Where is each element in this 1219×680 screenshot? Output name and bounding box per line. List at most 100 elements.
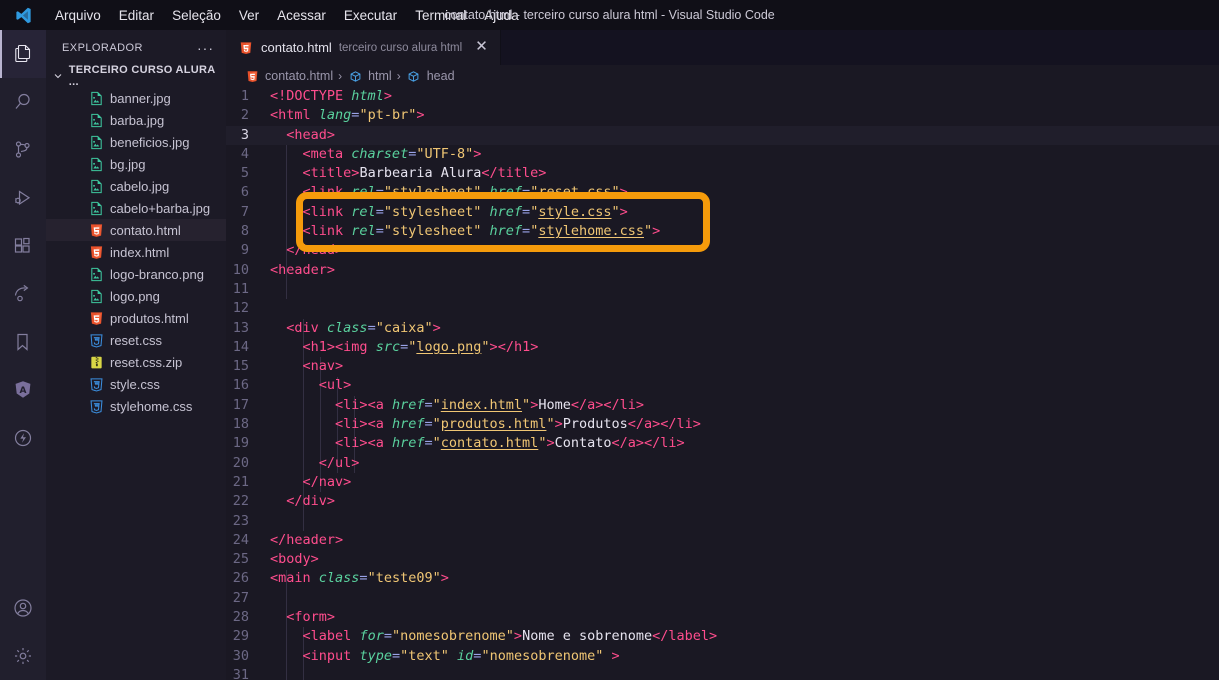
code-text: </header> bbox=[270, 531, 344, 548]
code-line[interactable]: 6 <link rel="stylesheet" href="reset.css… bbox=[226, 183, 1219, 202]
vscode-logo-icon bbox=[0, 6, 46, 25]
file-item-cabelo-jpg[interactable]: cabelo.jpg bbox=[46, 175, 226, 197]
menu-executar[interactable]: Executar bbox=[335, 4, 406, 27]
menu-terminal[interactable]: Terminal bbox=[406, 4, 475, 27]
tab-description: terceiro curso alura html bbox=[338, 41, 463, 54]
file-item-style-css[interactable]: style.css bbox=[46, 373, 226, 395]
breadcrumb-item-head[interactable]: head bbox=[406, 68, 455, 84]
activity-live-share-button[interactable] bbox=[0, 270, 46, 318]
file-item-label: reset.css bbox=[110, 332, 163, 348]
code-text: <li><a href="contato.html">Contato</a></… bbox=[335, 435, 685, 452]
code-line[interactable]: 7 <link rel="stylesheet" href="style.css… bbox=[226, 203, 1219, 222]
html-file-icon bbox=[244, 68, 260, 84]
code-line[interactable]: 31 bbox=[226, 666, 1219, 680]
line-number: 25 bbox=[232, 551, 249, 568]
breadcrumb-item-file[interactable]: contato.html bbox=[244, 68, 333, 84]
file-item-barba-jpg[interactable]: barba.jpg bbox=[46, 109, 226, 131]
close-icon[interactable]: ✕ bbox=[469, 39, 490, 56]
file-item-banner-jpg[interactable]: banner.jpg bbox=[46, 87, 226, 109]
code-line[interactable]: 11 bbox=[226, 280, 1219, 299]
code-line[interactable]: 26 <main class="teste09"> bbox=[226, 569, 1219, 588]
code-line[interactable]: 29 <label for="nomesobrenome">Nome e sob… bbox=[226, 627, 1219, 646]
code-line[interactable]: 10 <header> bbox=[226, 261, 1219, 280]
breadcrumb: contato.html › html › head bbox=[226, 65, 1219, 87]
code-line[interactable]: 2 <html lang="pt-br"> bbox=[226, 106, 1219, 125]
menu-arquivo[interactable]: Arquivo bbox=[46, 4, 110, 27]
file-item-logo-png[interactable]: logo.png bbox=[46, 285, 226, 307]
code-line[interactable]: 20 </ul> bbox=[226, 454, 1219, 473]
image-file-icon bbox=[88, 156, 104, 172]
code-line[interactable]: 24 </header> bbox=[226, 531, 1219, 550]
code-line[interactable]: 28 <form> bbox=[226, 608, 1219, 627]
line-number: 13 bbox=[232, 319, 249, 336]
activity-source-control-button[interactable] bbox=[0, 126, 46, 174]
line-number: 4 bbox=[240, 145, 249, 162]
line-number: 23 bbox=[232, 512, 249, 529]
file-item-cabelo-barba-jpg[interactable]: cabelo+barba.jpg bbox=[46, 197, 226, 219]
code-line[interactable]: 18 <li><a href="produtos.html">Produtos<… bbox=[226, 415, 1219, 434]
menu-editar[interactable]: Editar bbox=[110, 4, 163, 27]
code-editor[interactable]: 1 <!DOCTYPE html> 2 <html lang="pt-br"> 3 <h… bbox=[226, 87, 1219, 680]
code-line[interactable]: 12 bbox=[226, 299, 1219, 318]
line-number: 6 bbox=[240, 184, 249, 201]
sidebar-more-actions-button[interactable]: ··· bbox=[191, 41, 220, 55]
menu-ajuda[interactable]: Ajuda bbox=[475, 4, 528, 27]
file-item-index-html[interactable]: index.html bbox=[46, 241, 226, 263]
code-line[interactable]: 5 <title>Barbearia Alura</title> bbox=[226, 164, 1219, 183]
activity-search-button[interactable] bbox=[0, 78, 46, 126]
activity-bookmark-button[interactable] bbox=[0, 318, 46, 366]
activity-angular-button[interactable]: A bbox=[0, 366, 46, 414]
activity-explorer-button[interactable] bbox=[0, 30, 46, 78]
code-line[interactable]: 23 bbox=[226, 512, 1219, 531]
code-text: <link rel="stylesheet" href="stylehome.c… bbox=[302, 223, 661, 240]
file-item-label: cabelo.jpg bbox=[110, 178, 170, 194]
run-and-debug-icon bbox=[11, 186, 35, 210]
image-file-icon bbox=[88, 112, 104, 128]
sidebar-title: EXPLORADOR bbox=[62, 41, 143, 54]
activity-account-button[interactable] bbox=[0, 584, 46, 632]
menu-acessar[interactable]: Acessar bbox=[268, 4, 335, 27]
folder-root-row[interactable]: TERCEIRO CURSO ALURA ... bbox=[46, 64, 226, 88]
code-line[interactable]: 25 <body> bbox=[226, 550, 1219, 569]
menu-ver[interactable]: Ver bbox=[230, 4, 268, 27]
code-line[interactable]: 17 <li><a href="index.html">Home</a></li… bbox=[226, 396, 1219, 415]
code-line[interactable]: 15 <nav> bbox=[226, 357, 1219, 376]
code-line[interactable]: 22 </div> bbox=[226, 492, 1219, 511]
code-text: <li><a href="index.html">Home</a></li> bbox=[335, 396, 645, 413]
code-line[interactable]: 3 <head> bbox=[226, 125, 1219, 145]
code-line[interactable]: 1 <!DOCTYPE html> bbox=[226, 87, 1219, 106]
activity-thunder-client-button[interactable] bbox=[0, 414, 46, 462]
menu-selecao[interactable]: Seleção bbox=[163, 4, 230, 27]
activity-settings-button[interactable] bbox=[0, 632, 46, 680]
activity-run-debug-button[interactable] bbox=[0, 174, 46, 222]
file-item-reset-css[interactable]: reset.css bbox=[46, 329, 226, 351]
breadcrumb-item-html[interactable]: html bbox=[347, 68, 392, 84]
search-icon bbox=[11, 90, 35, 114]
tab-contato-html[interactable]: contato.html terceiro curso alura html ✕ bbox=[226, 30, 501, 65]
code-line[interactable]: 9 </head> bbox=[226, 241, 1219, 260]
code-line[interactable]: 13 <div class="caixa"> bbox=[226, 319, 1219, 338]
file-item-bg-jpg[interactable]: bg.jpg bbox=[46, 153, 226, 175]
code-line[interactable]: 19 <li><a href="contato.html">Contato</a… bbox=[226, 434, 1219, 453]
code-line[interactable]: 30 <input type="text" id="nomesobrenome"… bbox=[226, 647, 1219, 666]
code-text: <div class="caixa"> bbox=[286, 319, 441, 336]
code-text: </head> bbox=[286, 242, 344, 259]
file-item-label: beneficios.jpg bbox=[110, 134, 190, 150]
image-file-icon bbox=[88, 178, 104, 194]
code-line[interactable]: 16 <ul> bbox=[226, 376, 1219, 395]
file-item-logo-branco-png[interactable]: logo-branco.png bbox=[46, 263, 226, 285]
folder-root-label: TERCEIRO CURSO ALURA ... bbox=[68, 64, 216, 88]
file-item-contato-html[interactable]: contato.html bbox=[46, 219, 226, 241]
code-line[interactable]: 21 </nav> bbox=[226, 473, 1219, 492]
code-line[interactable]: 4 <meta charset="UTF-8"> bbox=[226, 145, 1219, 164]
activity-extensions-button[interactable] bbox=[0, 222, 46, 270]
code-text: <link rel="stylesheet" href="reset.css"> bbox=[302, 184, 628, 201]
code-line[interactable]: 8 <link rel="stylesheet" href="stylehome… bbox=[226, 222, 1219, 241]
file-item-produtos-html[interactable]: produtos.html bbox=[46, 307, 226, 329]
breadcrumb-separator: › bbox=[338, 69, 343, 83]
code-line[interactable]: 27 bbox=[226, 589, 1219, 608]
file-item-reset-css-zip[interactable]: reset.css.zip bbox=[46, 351, 226, 373]
file-item-stylehome-css[interactable]: stylehome.css bbox=[46, 395, 226, 417]
code-line[interactable]: 14 <h1><img src="logo.png"></h1> bbox=[226, 338, 1219, 357]
file-item-beneficios-jpg[interactable]: beneficios.jpg bbox=[46, 131, 226, 153]
